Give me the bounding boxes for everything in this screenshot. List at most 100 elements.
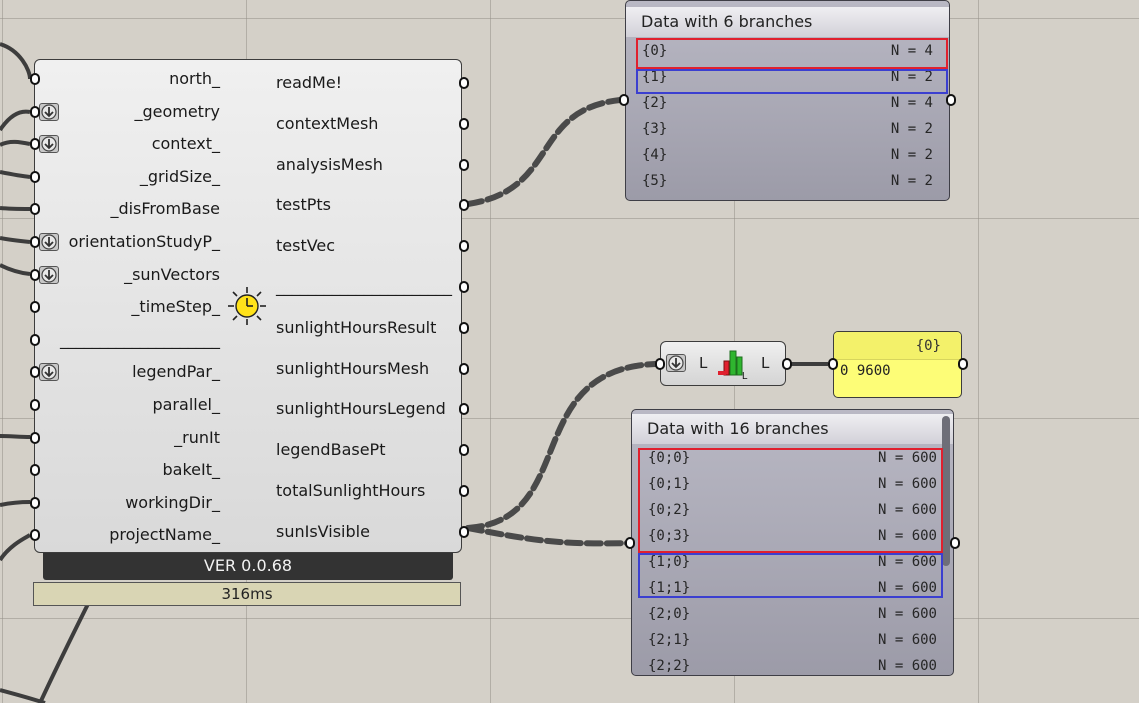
input-grip[interactable] [30,73,40,85]
output-param-label[interactable]: legendBasePt [276,440,385,460]
output-grip[interactable] [459,158,469,171]
output-param-label[interactable]: sunlightHoursResult [276,318,436,338]
output-grip[interactable] [459,362,469,375]
input-param-label[interactable]: projectName_ [109,525,220,545]
panel-yellow-result[interactable]: {0} 0 9600 [833,331,962,398]
input-grip[interactable] [30,333,40,346]
output-grip[interactable] [459,77,469,89]
input-label: L [699,354,708,372]
wire-left-4 [0,170,31,179]
output-param-label[interactable]: readMe! [276,73,342,93]
wire-left-3 [0,139,31,147]
bottom-panel-output-grip[interactable] [950,537,960,549]
wire-left-6 [0,236,31,244]
panel-yellow-header: {0} [834,332,961,360]
output-grip[interactable] [459,117,469,130]
yellow-output-grip[interactable] [958,358,968,370]
runtime-bar: 316ms [33,582,461,606]
wire-left-5 [0,206,31,211]
branch-path: {2;1} [648,632,691,648]
panel-yellow-row: 0 9600 [840,363,891,379]
input-param-label[interactable]: parallel_ [152,395,220,415]
input-param-label[interactable]: ____________________ [60,330,220,350]
panel-title: Data with 6 branches [626,7,949,37]
panel-row: {5} N = 2 [638,168,937,194]
output-param-label[interactable]: sunlightHoursMesh [276,359,429,379]
input-grip[interactable] [30,268,40,281]
item-count: N = 2 [890,147,933,163]
len-output-grip[interactable] [782,358,792,370]
list-length-icon: L [718,350,748,381]
input-param-label[interactable]: _timeStep_ [131,297,220,317]
input-grip[interactable] [30,203,40,216]
output-param-label[interactable]: contextMesh [276,114,378,134]
output-grip[interactable] [459,525,469,538]
flatten-icon [39,233,59,251]
panel-row: {2;2} N = 600 [644,653,941,675]
input-grip[interactable] [30,138,40,151]
output-param-label[interactable]: sunIsVisible [276,522,370,542]
panel-scrollbar[interactable] [942,416,950,566]
bottom-panel-input-grip[interactable] [625,537,635,549]
version-bar: VER 0.0.68 [43,553,453,580]
input-param-label[interactable]: _disFromBase [110,199,220,219]
input-param-label[interactable]: orientationStudyP_ [69,232,220,252]
yellow-input-grip[interactable] [828,358,838,370]
output-param-label[interactable]: testVec [276,236,335,256]
branch-path: {2;0} [648,606,691,622]
output-param-label[interactable]: ______________________ [276,277,452,297]
wire-sunIsVisible-len [465,361,658,531]
wire-sunIsVisible-panel [465,525,631,547]
input-param-label[interactable]: workingDir_ [125,493,220,513]
output-grip[interactable] [459,321,469,334]
output-param-label[interactable]: testPts [276,195,331,215]
output-grip[interactable] [459,485,469,497]
top-panel-input-grip[interactable] [619,94,629,106]
input-grip[interactable] [30,529,40,542]
wire-left-7 [0,263,31,276]
input-param-label[interactable]: bakeIt_ [163,460,221,480]
input-param-label[interactable]: north_ [169,69,220,89]
input-grip[interactable] [30,301,40,314]
wire-left-2 [0,109,31,132]
panel-row: {4} N = 2 [638,142,937,168]
branch-path: {2;2} [648,658,691,674]
panel-row: {3} N = 2 [638,116,937,142]
output-grip[interactable] [459,444,469,457]
input-grip[interactable] [30,105,40,118]
input-grip[interactable] [30,496,40,509]
output-param-label[interactable]: sunlightHoursLegend [276,399,446,419]
input-grip[interactable] [30,431,40,444]
input-param-label[interactable]: _sunVectors [124,265,220,285]
panel-title: Data with 16 branches [632,414,953,444]
flatten-icon [39,363,59,382]
output-param-label[interactable]: totalSunlightHours [276,481,425,501]
input-grip[interactable] [30,464,40,477]
sunlight-hours-component[interactable]: north_ _geometry context_ _gridSize_ _disFro… [30,59,469,553]
input-param-label[interactable]: context_ [152,134,220,154]
panel-row: {2;1} N = 600 [644,627,941,653]
input-grip[interactable] [30,399,40,411]
wire-left-10 [0,533,32,562]
input-param-label[interactable]: legendPar_ [132,362,220,382]
input-param-label[interactable]: _gridSize_ [140,167,220,187]
input-grip[interactable] [30,236,40,248]
output-grip[interactable] [459,240,469,253]
panel-6-branches[interactable]: Data with 6 branches {0} N = 4 {1} N = 2 {2}… [625,0,950,201]
top-panel-output-grip[interactable] [946,94,956,106]
list-length-component[interactable]: L L L [660,341,786,386]
output-label: L [761,354,770,372]
flatten-icon [39,135,59,154]
output-param-label[interactable]: analysisMesh [276,155,383,175]
input-param-label[interactable]: _geometry [134,102,220,122]
output-grip[interactable] [459,281,469,293]
wire-left-8 [0,434,31,439]
input-param-label[interactable]: _runIt [174,428,220,448]
item-count: N = 2 [890,121,933,137]
len-input-grip[interactable] [655,358,665,370]
wire-left-11 [38,599,92,703]
svg-text:L: L [742,371,748,381]
highlight-red-box [638,448,943,553]
input-grip[interactable] [30,170,40,183]
panel-16-branches[interactable]: Data with 16 branches {0;0} N = 600 {0;1} N… [631,409,954,676]
